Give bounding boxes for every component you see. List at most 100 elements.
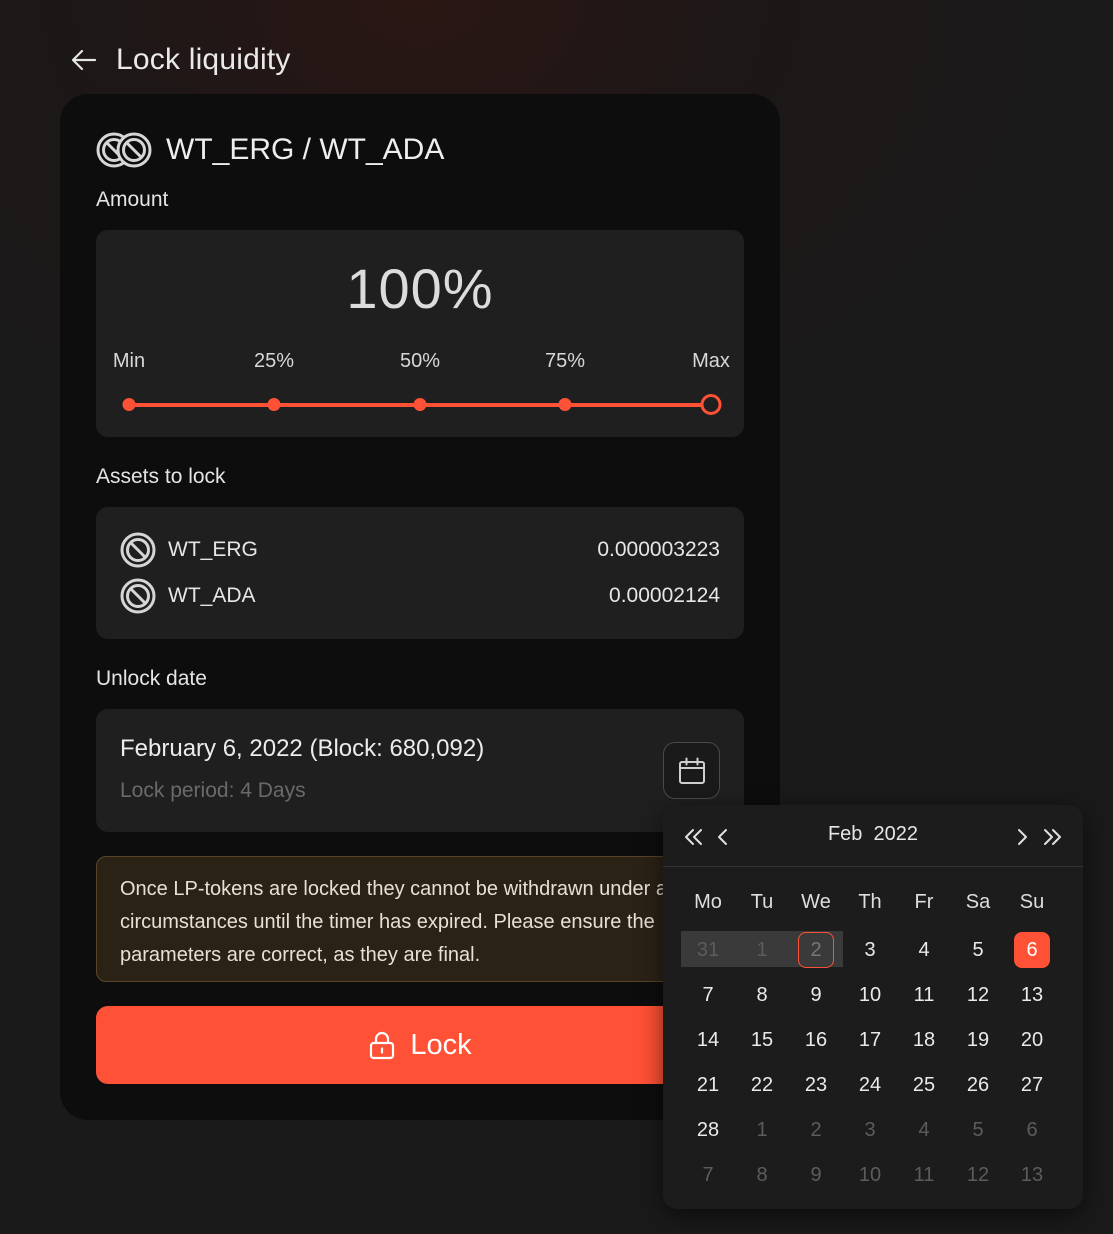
weekday-label: Mo: [694, 891, 722, 913]
calendar-icon: [678, 757, 705, 784]
calendar-day-disabled[interactable]: 31: [690, 932, 726, 968]
calendar-day-outside-month[interactable]: 13: [1014, 1157, 1050, 1193]
weekday-label: Su: [1019, 891, 1045, 913]
calendar-day[interactable]: 13: [1014, 977, 1050, 1013]
slider-dot-min[interactable]: [122, 398, 136, 411]
asset-amount: 0.000003223: [597, 538, 720, 561]
open-calendar-button[interactable]: [663, 742, 720, 799]
calendar-day-outside-month[interactable]: 3: [852, 1112, 888, 1148]
calendar-day-outside-month[interactable]: 5: [960, 1112, 996, 1148]
calendar-day[interactable]: 8: [744, 977, 780, 1013]
next-year-button[interactable]: [1038, 823, 1066, 851]
unlock-date-box: February 6, 2022 (Block: 680,092) Lock p…: [96, 709, 744, 832]
slider-dot-25[interactable]: [267, 398, 281, 411]
calendar-day[interactable]: 12: [960, 977, 996, 1013]
calendar-day[interactable]: 17: [852, 1022, 888, 1058]
slider-marks: Min 25% 50% 75% Max: [96, 350, 744, 374]
token-ada-icon: [120, 578, 156, 614]
assets-label: Assets to lock: [96, 465, 226, 488]
asset-name: WT_ERG: [168, 538, 258, 561]
calendar-day[interactable]: 27: [1014, 1067, 1050, 1103]
calendar-day[interactable]: 28: [690, 1112, 726, 1148]
calendar-day-outside-month[interactable]: 11: [906, 1157, 942, 1193]
date-picker-popup: Feb 2022 Mo Tu We Th Fr Sa Su 31 1 2 3 4 5 6 7 8 9 10 11 1…: [663, 805, 1083, 1209]
page-header: Lock liquidity: [70, 38, 291, 82]
amount-box: 100% Min 25% 50% 75% Max: [96, 230, 744, 437]
back-button[interactable]: [70, 46, 98, 74]
unlock-date-label: Unlock date: [96, 667, 207, 690]
arrow-left-icon: [71, 49, 97, 71]
asset-amount: 0.00002124: [609, 584, 720, 607]
chevron-right-icon: [1018, 829, 1027, 845]
calendar-day-outside-month[interactable]: 7: [690, 1157, 726, 1193]
double-chevron-left-icon: [685, 829, 702, 845]
weekday-label: We: [801, 891, 831, 913]
calendar-day[interactable]: 22: [744, 1067, 780, 1103]
calendar-day[interactable]: 21: [690, 1067, 726, 1103]
calendar-day-outside-month[interactable]: 8: [744, 1157, 780, 1193]
calendar-day-outside-month[interactable]: 6: [1014, 1112, 1050, 1148]
chevron-left-icon: [718, 829, 727, 845]
slider-mark-25[interactable]: 25%: [254, 350, 294, 373]
unlock-date-value: February 6, 2022 (Block: 680,092): [120, 735, 485, 762]
calendar-day[interactable]: 3: [852, 932, 888, 968]
asset-name: WT_ADA: [168, 584, 256, 607]
calendar-day-outside-month[interactable]: 2: [798, 1112, 834, 1148]
slider-dot-50[interactable]: [413, 398, 427, 411]
lock-icon: [370, 1031, 395, 1060]
calendar-day-disabled[interactable]: 1: [744, 932, 780, 968]
lock-button[interactable]: Lock: [96, 1006, 744, 1084]
calendar-year[interactable]: 2022: [874, 823, 919, 845]
calendar-day[interactable]: 7: [690, 977, 726, 1013]
lock-button-label: Lock: [410, 1028, 472, 1061]
calendar-day[interactable]: 5: [960, 932, 996, 968]
token-ada-icon: [116, 132, 152, 168]
calendar-day[interactable]: 24: [852, 1067, 888, 1103]
double-chevron-right-icon: [1044, 829, 1061, 845]
slider-mark-75[interactable]: 75%: [545, 350, 585, 373]
weekday-label: Th: [858, 891, 882, 913]
lock-period: Lock period: 4 Days: [120, 779, 306, 802]
calendar-day-outside-month[interactable]: 1: [744, 1112, 780, 1148]
calendar-day-outside-month[interactable]: 12: [960, 1157, 996, 1193]
calendar-day-outside-month[interactable]: 9: [798, 1157, 834, 1193]
calendar-day[interactable]: 15: [744, 1022, 780, 1058]
calendar-day[interactable]: 11: [906, 977, 942, 1013]
asset-row: WT_ADA 0.00002124: [120, 577, 720, 615]
calendar-day[interactable]: 4: [906, 932, 942, 968]
amount-slider-handle[interactable]: [700, 394, 722, 415]
calendar-day[interactable]: 23: [798, 1067, 834, 1103]
calendar-day[interactable]: 20: [1014, 1022, 1050, 1058]
calendar-day-outside-month[interactable]: 4: [906, 1112, 942, 1148]
calendar-day[interactable]: 26: [960, 1067, 996, 1103]
lock-warning: Once LP-tokens are locked they cannot be…: [96, 856, 744, 982]
calendar-day[interactable]: 25: [906, 1067, 942, 1103]
pair-name: WT_ERG / WT_ADA: [166, 133, 445, 166]
calendar-header: Feb 2022: [663, 805, 1083, 867]
page-title: Lock liquidity: [116, 43, 291, 76]
amount-label: Amount: [96, 188, 169, 211]
amount-value: 100%: [346, 257, 494, 320]
next-month-button[interactable]: [1008, 823, 1036, 851]
slider-mark-min[interactable]: Min: [113, 350, 145, 373]
calendar-day[interactable]: 18: [906, 1022, 942, 1058]
pair-token-icons: [96, 130, 154, 170]
slider-mark-max[interactable]: Max: [692, 350, 730, 373]
slider-dot-75[interactable]: [558, 398, 572, 411]
weekday-label: Fr: [914, 891, 934, 913]
pair-header: WT_ERG / WT_ADA: [96, 130, 444, 170]
calendar-month[interactable]: Feb: [828, 823, 862, 845]
calendar-day[interactable]: 10: [852, 977, 888, 1013]
calendar-day-selected[interactable]: 6: [1014, 932, 1050, 968]
calendar-day[interactable]: 19: [960, 1022, 996, 1058]
calendar-day[interactable]: 9: [798, 977, 834, 1013]
slider-mark-50[interactable]: 50%: [400, 350, 440, 373]
asset-row: WT_ERG 0.000003223: [120, 531, 720, 569]
prev-year-button[interactable]: [680, 823, 708, 851]
calendar-day-today[interactable]: 2: [798, 932, 834, 968]
calendar-day[interactable]: 16: [798, 1022, 834, 1058]
calendar-day-outside-month[interactable]: 10: [852, 1157, 888, 1193]
prev-month-button[interactable]: [709, 823, 737, 851]
assets-box: WT_ERG 0.000003223 WT_ADA 0.00002124: [96, 507, 744, 639]
calendar-day[interactable]: 14: [690, 1022, 726, 1058]
